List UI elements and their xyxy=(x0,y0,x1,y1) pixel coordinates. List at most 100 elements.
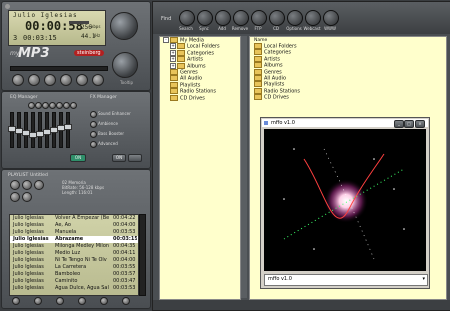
toolbar-options-button[interactable] xyxy=(287,10,303,26)
playlist-add-button[interactable] xyxy=(10,180,20,190)
playlist-remove-button[interactable] xyxy=(22,180,32,190)
eq-preset-7[interactable] xyxy=(70,102,77,109)
tree-item[interactable]: CD Drives xyxy=(160,94,240,102)
playlist-artist: Julio Iglesias xyxy=(13,278,44,284)
viz-dropdown[interactable]: mffo v1.0 ▾ xyxy=(264,274,428,286)
toolbar-add-button[interactable] xyxy=(215,10,231,26)
close-icon[interactable] xyxy=(5,4,10,9)
tree-item-label: Categories xyxy=(264,49,291,56)
tree-item-label: CD Drives xyxy=(180,95,205,102)
eq-slider-5[interactable] xyxy=(38,112,42,148)
fx-item-sound-enhancer[interactable]: Sound Enhancer xyxy=(90,110,146,118)
tree-item-label: Playlists xyxy=(264,81,285,88)
collapse-icon[interactable]: - xyxy=(163,37,169,43)
expand-icon[interactable]: + xyxy=(170,62,176,69)
play-button[interactable] xyxy=(28,74,40,86)
playlist-sort-button[interactable] xyxy=(34,180,44,190)
playlist-row[interactable]: Julio Iglesias Agua Dulce, Agua Sal 00:03:… xyxy=(10,285,138,292)
fx-item-ambience[interactable]: Ambience xyxy=(90,120,146,128)
fx-item-advanced[interactable]: Advanced xyxy=(90,140,146,148)
folder-icon xyxy=(254,87,262,94)
toolbar-www-button[interactable] xyxy=(323,10,339,26)
toolbar: Find Search Sync Add Remove FTP CD Options Webc… xyxy=(153,2,450,34)
playlist-save-button[interactable] xyxy=(10,192,20,202)
tree-item-label: All Audio xyxy=(180,75,202,82)
playlist-row[interactable]: Julio Iglesias Manuela 00:03:53 xyxy=(10,229,138,236)
toolbar-webcast-button[interactable] xyxy=(305,10,321,26)
playlist-artist: Julio Iglesias xyxy=(13,250,44,256)
toolbar-cd-button[interactable] xyxy=(269,10,285,26)
playlist-row[interactable]: Julio Iglesias Volver A Empezar (Be 00:04:… xyxy=(10,215,138,222)
eq-presets xyxy=(28,102,84,109)
playlist-artist: Julio Iglesias xyxy=(13,236,49,242)
playlist-load-button[interactable] xyxy=(22,192,32,202)
toolbar-ftp-button[interactable] xyxy=(251,10,267,26)
playlist-time: 00:03:47 xyxy=(113,278,136,284)
eq-preset-5[interactable] xyxy=(56,102,63,109)
viz-titlebar[interactable]: mffo v1.0 _ □ × xyxy=(262,119,428,128)
playlist-row[interactable]: Julio Iglesias Bamboleo 00:03:57 xyxy=(10,271,138,278)
playlist-artist: Julio Iglesias xyxy=(13,271,44,277)
expand-icon[interactable]: + xyxy=(170,43,176,50)
playlist-bottom-button[interactable] xyxy=(34,297,42,305)
eq-slider-9-handle[interactable] xyxy=(64,124,72,130)
playlist-row[interactable]: Julio Iglesias Caminito 00:03:47 xyxy=(10,278,138,285)
playlist-time: 00:04:11 xyxy=(113,250,136,256)
eq-slider-4[interactable] xyxy=(31,112,35,148)
toolbar-remove-button[interactable] xyxy=(233,10,249,26)
playlist-bottom-button[interactable] xyxy=(122,297,130,305)
folder-icon xyxy=(254,43,262,49)
volume-knob[interactable] xyxy=(110,12,138,40)
playlist-bottom-button[interactable] xyxy=(100,297,108,305)
eq-preset-2[interactable] xyxy=(35,102,42,109)
playlist-time: 00:04:22 xyxy=(113,215,136,221)
toolbar-search-button[interactable] xyxy=(179,10,195,26)
playlist-row[interactable]: Julio Iglesias Abrazame 00:03:15 xyxy=(10,236,138,243)
playlist-menu[interactable]: Untitled xyxy=(30,173,48,178)
maximize-icon[interactable]: □ xyxy=(404,120,414,128)
expand-icon[interactable]: + xyxy=(170,49,176,56)
eq-preset-6[interactable] xyxy=(63,102,70,109)
eq-on-button[interactable]: ON xyxy=(70,154,86,162)
playlist-bottom-button[interactable] xyxy=(12,297,20,305)
pause-button[interactable] xyxy=(44,74,56,86)
seek-bar[interactable] xyxy=(10,66,108,71)
playlist-row[interactable]: Julio Iglesias Ae, Ao 00:04:00 xyxy=(10,222,138,229)
eq-preset-1[interactable] xyxy=(28,102,35,109)
playlist-row[interactable]: Julio Iglesias La Carretera 00:03:55 xyxy=(10,264,138,271)
folder-icon xyxy=(254,81,262,88)
playlist-title: Volver A Empezar (Be xyxy=(55,215,110,221)
fx-toggle-icon xyxy=(90,141,97,148)
eject-button[interactable] xyxy=(92,74,104,86)
chevron-down-icon[interactable]: ▾ xyxy=(422,276,425,282)
splitter[interactable] xyxy=(241,36,247,298)
playlist-list: Julio Iglesias Volver A Empezar (Be 00:04:… xyxy=(9,214,139,296)
stop-button[interactable] xyxy=(60,74,72,86)
viz-window: mffo v1.0 _ □ × mffo v1.0 ▾ xyxy=(260,117,430,289)
playlist-time: 00:03:57 xyxy=(113,271,136,277)
playlist-row[interactable]: Julio Iglesias Ni Te Tengo Ni Te Olv 00:04… xyxy=(10,257,138,264)
playlist-bottom-button[interactable] xyxy=(56,297,64,305)
playlist-time: 00:03:53 xyxy=(113,229,136,235)
prev-button[interactable] xyxy=(12,74,24,86)
eq-slider-9[interactable] xyxy=(66,112,70,148)
viz-app-icon xyxy=(264,121,268,125)
close-icon[interactable]: × xyxy=(415,120,425,128)
viz-canvas xyxy=(264,129,426,271)
minimize-icon[interactable]: _ xyxy=(394,120,404,128)
expand-icon[interactable]: + xyxy=(170,56,176,63)
folder-icon xyxy=(170,37,178,43)
playlist-scrollbar[interactable] xyxy=(139,214,146,296)
next-button[interactable] xyxy=(76,74,88,86)
fx-on-button[interactable]: ON xyxy=(112,154,126,162)
playlist-bottom-button[interactable] xyxy=(78,297,86,305)
toolbar-sync-button[interactable] xyxy=(197,10,213,26)
fx-settings-button[interactable] xyxy=(128,154,142,162)
jog-knob[interactable] xyxy=(112,52,138,78)
playlist-row[interactable]: Julio Iglesias Milonga Medley Milon 00:04:… xyxy=(10,243,138,250)
fx-item-bass-booster[interactable]: Bass Booster xyxy=(90,130,146,138)
eq-preset-3[interactable] xyxy=(42,102,49,109)
tree-item[interactable]: CD Drives xyxy=(252,94,372,101)
playlist-row[interactable]: Julio Iglesias Medio Luz 00:04:11 xyxy=(10,250,138,257)
eq-preset-4[interactable] xyxy=(49,102,56,109)
